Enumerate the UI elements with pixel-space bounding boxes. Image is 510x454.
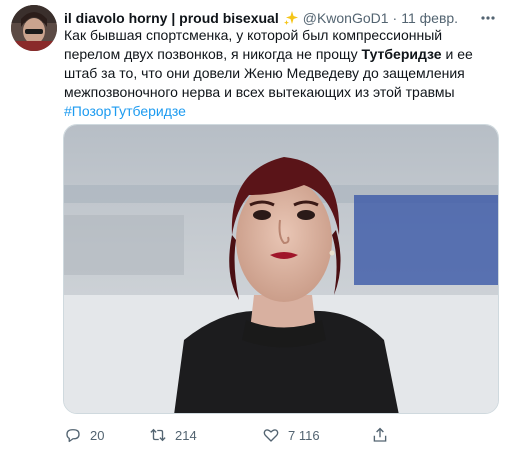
reply-icon bbox=[66, 429, 80, 443]
avatar[interactable] bbox=[11, 5, 57, 51]
photo-image bbox=[64, 125, 498, 413]
share-icon bbox=[373, 427, 387, 442]
like-icon bbox=[263, 429, 279, 442]
action-bar: 20 214 7 116 bbox=[60, 424, 500, 446]
tweet-date[interactable]: 11 февр. bbox=[401, 10, 458, 26]
reply-button[interactable]: 20 bbox=[60, 426, 149, 444]
retweet-icon bbox=[150, 428, 166, 442]
reply-count: 20 bbox=[90, 427, 105, 443]
tweet-photo[interactable] bbox=[63, 124, 499, 414]
avatar-image bbox=[11, 5, 57, 51]
like-button[interactable]: 7 116 bbox=[262, 426, 371, 444]
retweet-count: 214 bbox=[175, 427, 197, 443]
share-button[interactable] bbox=[371, 426, 389, 444]
separator-dot: · bbox=[392, 10, 398, 26]
more-icon[interactable] bbox=[478, 8, 498, 28]
tweet-body: Как бывшая спортсменка, у которой был ко… bbox=[64, 26, 500, 102]
hashtag-link[interactable]: #ПозорТутберидзе bbox=[64, 102, 500, 121]
tweet-header: il diavolo horny | proud bisexual @KwonG… bbox=[64, 8, 470, 28]
user-handle[interactable]: @KwonGoD1 bbox=[303, 10, 389, 26]
text-bold-name: Тутберидзе bbox=[361, 46, 442, 62]
tweet-text: Как бывшая спортсменка, у которой был ко… bbox=[64, 26, 500, 121]
display-name[interactable]: il diavolo horny | proud bisexual bbox=[64, 10, 279, 26]
tweet: il diavolo horny | proud bisexual @KwonG… bbox=[0, 0, 510, 454]
like-count: 7 116 bbox=[288, 427, 320, 443]
retweet-button[interactable]: 214 bbox=[149, 426, 262, 444]
sparkle-icon bbox=[283, 10, 299, 26]
